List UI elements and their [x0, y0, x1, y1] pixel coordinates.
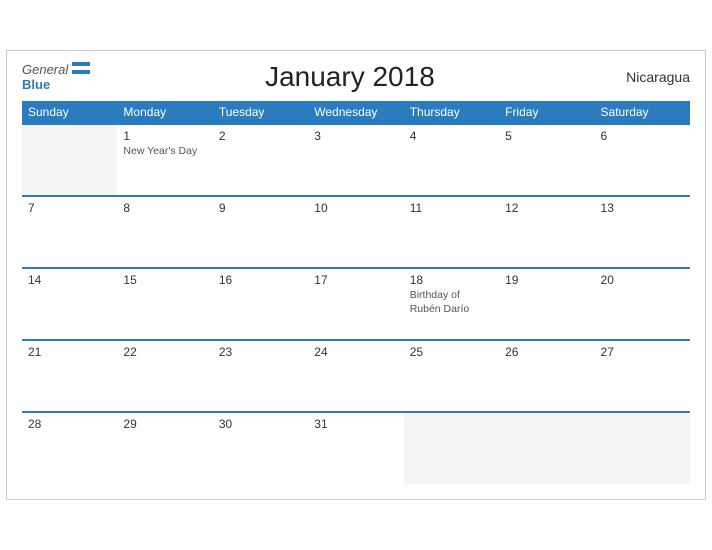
calendar-cell: 16: [213, 268, 308, 340]
week-row-3: 14 15 16 17 18 Birthday of Rubén Darío 19 20: [22, 268, 690, 340]
calendar-cell: 18 Birthday of Rubén Darío: [404, 268, 499, 340]
calendar-cell: [404, 412, 499, 484]
calendar-cell: 28: [22, 412, 117, 484]
calendar-cell: 26: [499, 340, 594, 412]
logo-top: General: [22, 62, 90, 77]
day-number: 29: [123, 417, 206, 431]
day-number: 8: [123, 201, 206, 215]
calendar-cell: 12: [499, 196, 594, 268]
calendar-cell: 30: [213, 412, 308, 484]
day-number: 30: [219, 417, 302, 431]
calendar-cell: 15: [117, 268, 212, 340]
calendar-cell: 10: [308, 196, 403, 268]
calendar-cell: 11: [404, 196, 499, 268]
header-wednesday: Wednesday: [308, 101, 403, 124]
calendar-table: Sunday Monday Tuesday Wednesday Thursday…: [22, 101, 690, 484]
weekday-header-row: Sunday Monday Tuesday Wednesday Thursday…: [22, 101, 690, 124]
day-number: 27: [601, 345, 684, 359]
header-sunday: Sunday: [22, 101, 117, 124]
calendar-header: General Blue January 2018 Nicaragua: [22, 61, 690, 93]
calendar-cell: [499, 412, 594, 484]
day-number: 9: [219, 201, 302, 215]
day-number: 1: [123, 129, 206, 143]
day-number: 7: [28, 201, 111, 215]
calendar-cell: 2: [213, 124, 308, 196]
calendar-cell: 8: [117, 196, 212, 268]
day-number: 18: [410, 273, 493, 287]
logo: General Blue: [22, 62, 90, 92]
calendar-cell: 31: [308, 412, 403, 484]
day-number: 10: [314, 201, 397, 215]
day-number: 5: [505, 129, 588, 143]
calendar-cell: 13: [595, 196, 690, 268]
day-number: 2: [219, 129, 302, 143]
day-number: 22: [123, 345, 206, 359]
calendar-cell: 21: [22, 340, 117, 412]
header-friday: Friday: [499, 101, 594, 124]
calendar-cell: 17: [308, 268, 403, 340]
day-number: 26: [505, 345, 588, 359]
day-number: 6: [601, 129, 684, 143]
week-row-1: 1 New Year's Day 23456: [22, 124, 690, 196]
day-number: 28: [28, 417, 111, 431]
calendar-cell: 29: [117, 412, 212, 484]
calendar-cell: 9: [213, 196, 308, 268]
week-row-5: 28 29 30 31: [22, 412, 690, 484]
day-number: 15: [123, 273, 206, 287]
country-label: Nicaragua: [610, 69, 690, 85]
calendar-cell: 23: [213, 340, 308, 412]
calendar-cell: 3: [308, 124, 403, 196]
calendar-cell: 20: [595, 268, 690, 340]
calendar: General Blue January 2018 Nicaragua Sund…: [6, 50, 706, 500]
day-number: 19: [505, 273, 588, 287]
calendar-cell: 5: [499, 124, 594, 196]
calendar-cell: [22, 124, 117, 196]
week-row-4: 21 22 23 24 25 26 27: [22, 340, 690, 412]
calendar-cell: [595, 412, 690, 484]
day-number: 11: [410, 201, 493, 215]
flag-icon: [72, 62, 90, 74]
day-number: 23: [219, 345, 302, 359]
calendar-cell: 7: [22, 196, 117, 268]
calendar-cell: 4: [404, 124, 499, 196]
day-number: 24: [314, 345, 397, 359]
header-monday: Monday: [117, 101, 212, 124]
day-number: 3: [314, 129, 397, 143]
day-number: 4: [410, 129, 493, 143]
week-row-2: 789 10 11 12 13: [22, 196, 690, 268]
calendar-cell: 19: [499, 268, 594, 340]
calendar-title: January 2018: [90, 61, 610, 93]
day-number: 17: [314, 273, 397, 287]
calendar-cell: 27: [595, 340, 690, 412]
logo-bottom: Blue: [22, 78, 90, 92]
calendar-cell: 24: [308, 340, 403, 412]
event-label: Birthday of Rubén Darío: [410, 289, 493, 316]
day-number: 12: [505, 201, 588, 215]
day-number: 31: [314, 417, 397, 431]
calendar-cell: 14: [22, 268, 117, 340]
header-tuesday: Tuesday: [213, 101, 308, 124]
calendar-cell: 22: [117, 340, 212, 412]
calendar-cell: 25: [404, 340, 499, 412]
day-number: 16: [219, 273, 302, 287]
event-label: New Year's Day: [123, 145, 206, 159]
header-saturday: Saturday: [595, 101, 690, 124]
day-number: 14: [28, 273, 111, 287]
calendar-cell: 6: [595, 124, 690, 196]
day-number: 20: [601, 273, 684, 287]
day-number: 21: [28, 345, 111, 359]
day-number: 13: [601, 201, 684, 215]
day-number: 25: [410, 345, 493, 359]
header-thursday: Thursday: [404, 101, 499, 124]
calendar-cell: 1 New Year's Day: [117, 124, 212, 196]
